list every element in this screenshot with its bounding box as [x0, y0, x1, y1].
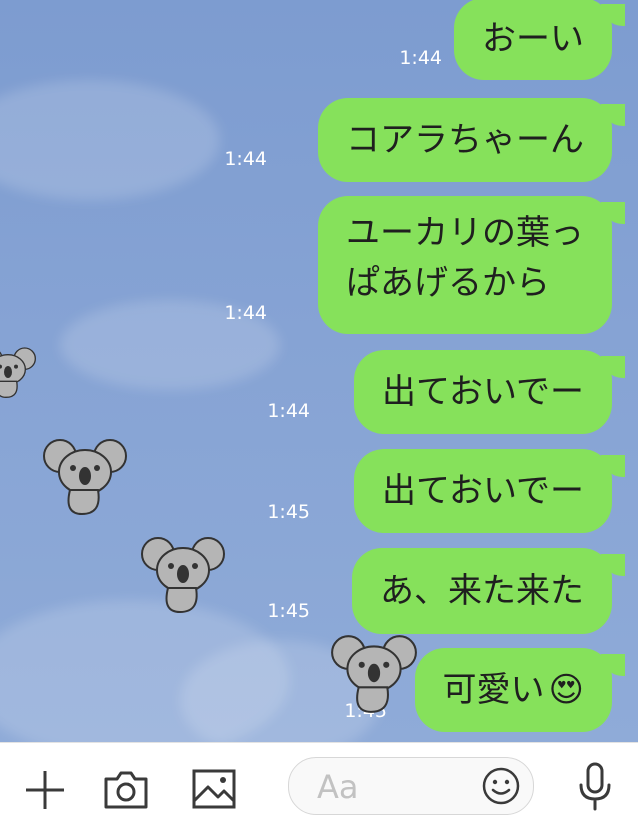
- microphone-icon[interactable]: [575, 761, 615, 813]
- chat-area: 1:44 おーい 1:44 コアラちゃーん 1:44 ユーカリの葉っ ぱあげるか…: [0, 0, 638, 742]
- message-row: 1:44 コアラちゃーん: [12, 98, 625, 182]
- chat-toolbar: Aa: [0, 742, 638, 830]
- plus-icon[interactable]: [22, 767, 68, 813]
- message-text: おーい: [482, 19, 584, 59]
- koala-sticker: [331, 635, 417, 713]
- message-bubble[interactable]: おーい: [454, 0, 625, 80]
- message-bubble[interactable]: 可愛い 😍: [414, 648, 625, 732]
- message-row: 1:44 おーい: [12, 0, 625, 82]
- message-row: 1:45 あ、来た来た: [12, 548, 625, 634]
- message-text: コアラちゃーん: [346, 120, 584, 160]
- smile-icon[interactable]: [481, 766, 521, 806]
- message-bubble[interactable]: ユーカリの葉っ ぱあげるから: [318, 196, 625, 334]
- message-time: 1:44: [267, 400, 310, 422]
- message-text-line: ぱあげるから: [346, 263, 550, 303]
- heart-eyes-emoji: 😍: [548, 670, 584, 710]
- message-text: 出ておいでー: [382, 372, 584, 412]
- message-text: 可愛い: [442, 670, 545, 710]
- message-time: 1:44: [224, 302, 267, 324]
- bubble-tail: [601, 202, 625, 224]
- message-input-placeholder: Aa: [317, 768, 359, 806]
- message-bubble[interactable]: 出ておいでー: [354, 449, 625, 533]
- bubble-tail: [601, 554, 625, 576]
- bubble-tail: [601, 654, 625, 676]
- message-bubble[interactable]: 出ておいでー: [354, 350, 625, 434]
- camera-icon[interactable]: [102, 767, 150, 811]
- message-bubble[interactable]: あ、来た来た: [352, 548, 625, 634]
- bubble-tail: [601, 455, 625, 477]
- message-time: 1:45: [267, 600, 310, 622]
- image-icon[interactable]: [190, 767, 238, 811]
- message-text: 出ておいでー: [382, 471, 584, 511]
- message-time: 1:44: [224, 148, 267, 170]
- message-text-line: ユーカリの葉っ: [346, 213, 584, 253]
- message-time: 1:44: [399, 47, 442, 69]
- message-row: 1:44 出ておいでー: [12, 350, 625, 434]
- message-row: 1:45 出ておいでー: [12, 449, 625, 533]
- bubble-tail: [601, 4, 625, 26]
- message-time: 1:45: [267, 501, 310, 523]
- message-row: 1:44 ユーカリの葉っ ぱあげるから: [12, 196, 625, 334]
- bubble-tail: [601, 356, 625, 378]
- message-bubble[interactable]: コアラちゃーん: [318, 98, 625, 182]
- bubble-tail: [601, 104, 625, 126]
- message-input[interactable]: Aa: [288, 757, 534, 815]
- message-text: あ、来た来た: [380, 571, 584, 611]
- message-row: 1:45 可愛い😍: [12, 648, 625, 732]
